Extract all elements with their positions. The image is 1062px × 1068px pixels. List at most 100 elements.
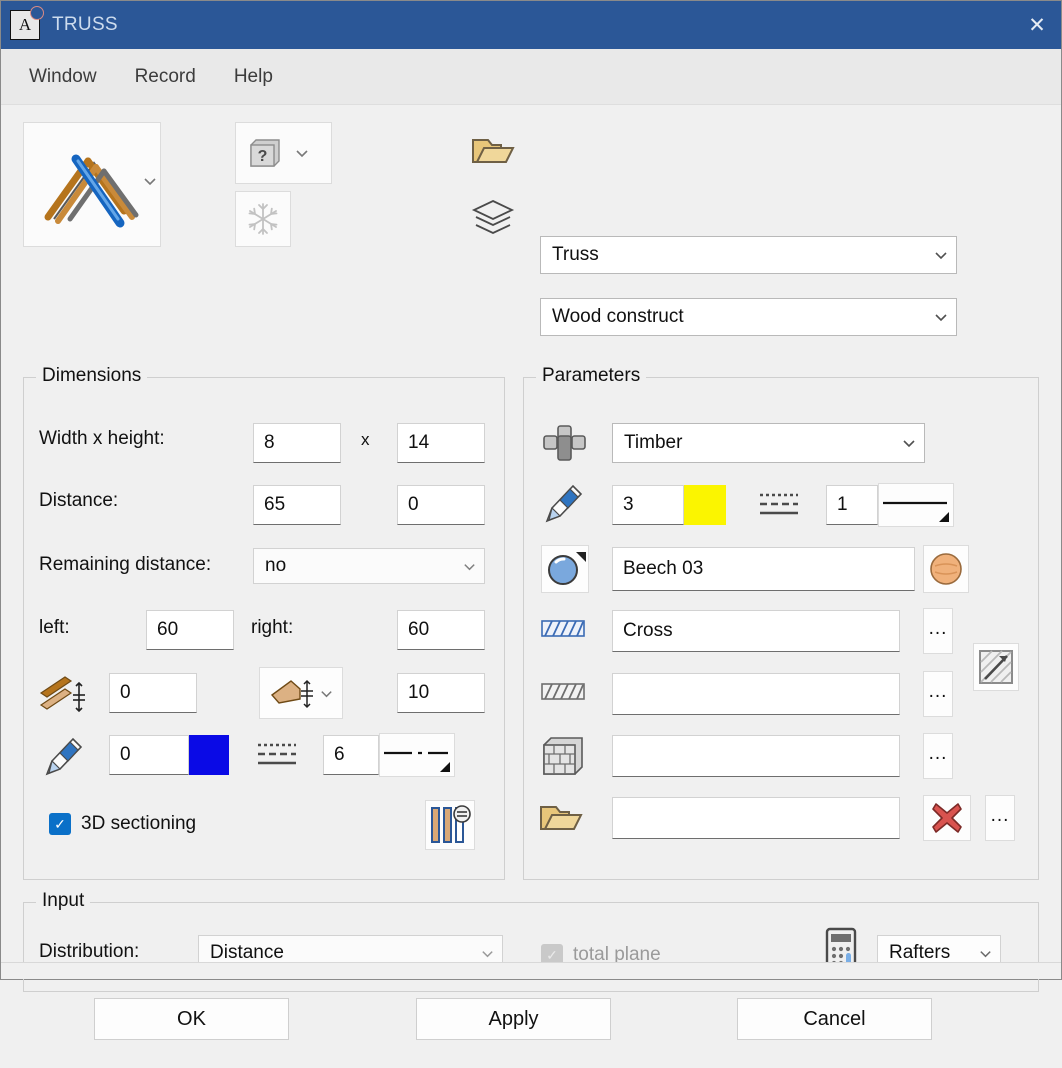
help-style-selector[interactable]: ? [235,122,332,184]
beam-stack-height-icon [39,671,89,717]
remaining-distance-combo[interactable]: no [253,548,485,584]
app-a-icon: A [10,6,44,40]
3d-sectioning-label: 3D sectioning [81,813,197,834]
surface-input[interactable]: Beech 03 [612,547,915,591]
dimensions-pen-color-swatch[interactable] [189,735,229,775]
line-types-icon [256,739,300,773]
folder-more-button[interactable]: ... [985,795,1015,841]
svg-text:?: ? [258,148,268,165]
app-icon-badge [30,6,44,20]
rafters-chevron-down-icon[interactable] [970,946,1000,961]
right-label: right: [251,617,294,638]
folder-open-icon [471,134,515,173]
distance-label: Distance: [39,490,119,511]
parameters-pencil-icon [543,480,587,526]
material-value: Timber [624,432,683,453]
help-chevron-down-icon[interactable] [294,145,310,161]
beam-cut-selector[interactable] [259,667,343,719]
hatch1-more-button[interactable]: ... [923,608,953,654]
parameters-line-preview[interactable] [878,483,954,527]
menu-item-help[interactable]: Help [234,66,273,88]
dimensions-pen-input[interactable]: 0 [109,735,189,775]
left-label: left: [39,617,70,638]
ok-button[interactable]: OK [94,998,289,1040]
3d-sectioning-checkbox[interactable]: ✓ [49,813,71,835]
material-chevron-down-icon[interactable] [894,435,924,451]
dimensions-legend: Dimensions [36,365,148,387]
menu-bar: Window Record Help [1,49,1061,105]
cross-section-icon [541,423,589,463]
folder-path-input[interactable] [612,797,900,839]
height-input[interactable]: 14 [397,423,485,463]
parameters-pen-input[interactable]: 3 [612,485,684,525]
folder-more-label: ... [990,805,1010,826]
distribution-label: Distribution: [39,941,140,962]
parameters-linewidth-input[interactable]: 1 [826,485,878,525]
truss-type-combo[interactable]: Truss [540,236,957,274]
close-icon[interactable]: ✕ [1013,1,1061,49]
layer-chevron-down-icon[interactable] [926,309,956,325]
remaining-distance-value: no [265,555,287,576]
pencil-icon [43,733,87,779]
title-bar: A TRUSS ✕ [1,1,1061,49]
hatch1-input[interactable]: Cross [612,610,900,652]
distance-input-2[interactable]: 0 [397,485,485,525]
dimensions-linewidth-input[interactable]: 6 [323,735,379,775]
top-toolbar: ? Truss Wood construct [1,105,1062,336]
wood-sphere-swatch[interactable] [923,545,969,593]
hatch-gray-icon [541,681,587,703]
bottom-status-bar [1,962,1061,979]
distribution-value: Distance [210,942,284,963]
dimensions-line-preview[interactable] [379,733,455,777]
help-cube-icon: ? [244,133,284,173]
right-input[interactable]: 60 [397,610,485,650]
distance-input-1[interactable]: 65 [253,485,341,525]
menu-item-window[interactable]: Window [29,66,97,88]
sphere-surface-icon[interactable] [541,545,589,593]
input-legend: Input [36,890,91,912]
parameters-pen-color-swatch[interactable] [684,485,726,525]
material-combo[interactable]: Timber [612,423,925,463]
times-label: x [361,430,370,449]
hatch-disabled-icon[interactable] [973,643,1019,691]
pattern-input[interactable] [612,735,900,777]
layer-value: Wood construct [552,306,684,327]
snowflake-icon[interactable] [235,191,291,247]
beam-cut-chevron-down-icon[interactable] [319,686,334,701]
hatch2-more-button[interactable]: ... [923,671,953,717]
remaining-distance-label: Remaining distance: [39,554,212,575]
3d-sectioning-row[interactable]: ✓ 3D sectioning [49,813,196,835]
menu-item-record[interactable]: Record [135,66,196,88]
parameters-line-types-icon [758,489,802,523]
apply-button[interactable]: Apply [416,998,611,1040]
parameters-legend: Parameters [536,365,647,387]
distribution-chevron-down-icon[interactable] [472,946,502,961]
left-input[interactable]: 60 [146,610,234,650]
hatch-blue-icon [541,618,587,640]
beam-cut-input[interactable]: 10 [397,673,485,713]
red-x-delete-icon[interactable] [923,795,971,841]
preview-chevron-down-icon[interactable] [139,170,161,192]
pattern-more-button[interactable]: ... [923,733,953,779]
remaining-chevron-down-icon[interactable] [454,559,484,574]
width-input[interactable]: 8 [253,423,341,463]
dialog-body: ? Truss Wood construct Dimensions Width … [1,105,1062,1040]
window-title: TRUSS [52,14,118,35]
section-columns-icon[interactable] [425,800,475,850]
brick-wall-icon [541,733,587,779]
dialog-button-row: OK Apply Cancel [1,998,1062,1068]
layers-icon [471,197,515,246]
truss-type-value: Truss [552,244,599,265]
parameters-folder-open-icon [539,801,585,837]
beam-offset-input[interactable]: 0 [109,673,197,713]
cancel-button[interactable]: Cancel [737,998,932,1040]
hatch2-more-label: ... [928,681,948,702]
width-height-label: Width x height: [39,428,165,449]
pattern-more-label: ... [928,743,948,764]
truss-dialog-window: A TRUSS ✕ Window Record Help ? Truss Woo… [0,0,1062,1040]
hatch2-input[interactable] [612,673,900,715]
truss-chevron-down-icon[interactable] [926,247,956,263]
layer-combo[interactable]: Wood construct [540,298,957,336]
rafters-value: Rafters [889,942,951,963]
hatch1-more-label: ... [928,618,948,639]
